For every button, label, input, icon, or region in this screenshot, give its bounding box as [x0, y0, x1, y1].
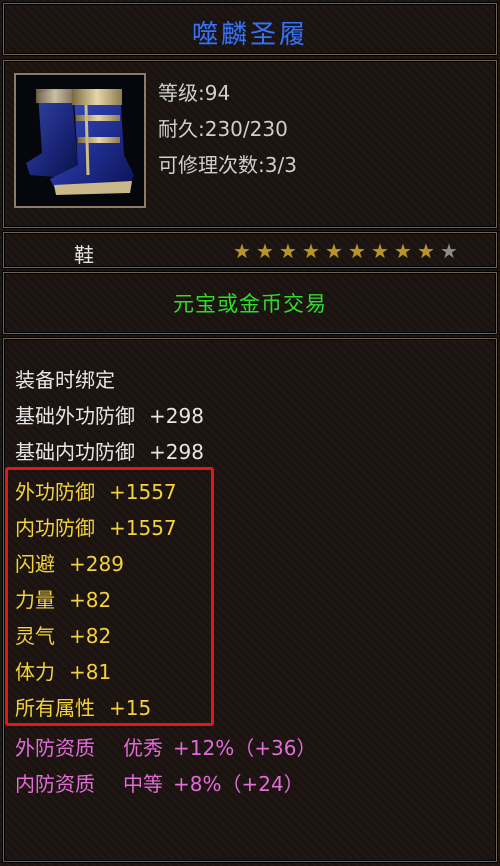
star-icon: ★ — [348, 239, 366, 263]
attr-name: 基础外功防御 — [15, 404, 135, 428]
item-icon-slot[interactable] — [14, 73, 146, 208]
attr-value: +298 — [149, 404, 204, 428]
bind-text: 装备时绑定 — [15, 368, 115, 392]
star-icon: ★ — [256, 239, 274, 263]
star-icon: ★ — [233, 239, 251, 263]
trade-panel: 元宝或金币交易 — [3, 272, 497, 334]
type-row: 鞋 ★ ★ ★ ★ ★ ★ ★ ★ ★ ★ — [3, 232, 497, 268]
aptitude-row: 内防资质 中等 +8%（+24） — [15, 768, 304, 797]
attr-name: 基础内功防御 — [15, 440, 135, 464]
item-stats: 等级:94 耐久:230/230 可修理次数:3/3 — [158, 75, 297, 183]
aptitude-grade: 中等 — [123, 772, 163, 796]
aptitude-row: 外防资质 优秀 +12%（+36） — [15, 732, 316, 761]
star-icon: ★ — [440, 239, 458, 263]
attr-value: +298 — [149, 440, 204, 464]
repair-count-text: 可修理次数:3/3 — [158, 153, 297, 177]
aptitude-name: 内防资质 — [15, 772, 95, 796]
aptitude-grade: 优秀 — [123, 736, 163, 760]
star-icon: ★ — [394, 239, 412, 263]
star-icon: ★ — [417, 239, 435, 263]
star-icon: ★ — [325, 239, 343, 263]
base-attr-row: 基础内功防御 +298 — [15, 436, 204, 465]
aptitude-name: 外防资质 — [15, 736, 95, 760]
star-icon: ★ — [371, 239, 389, 263]
trade-text: 元宝或金币交易 — [173, 292, 327, 316]
base-attr-row: 基础外功防御 +298 — [15, 400, 204, 429]
highlight-box — [5, 467, 214, 726]
aptitude-value: +8%（+24） — [173, 772, 304, 796]
item-type: 鞋 — [74, 243, 94, 267]
level-text: 等级:94 — [158, 81, 231, 105]
aptitude-value: +12%（+36） — [173, 736, 317, 760]
star-icon: ★ — [279, 239, 297, 263]
title-panel: 噬麟圣履 — [3, 3, 497, 55]
star-rating: ★ ★ ★ ★ ★ ★ ★ ★ ★ ★ — [232, 241, 459, 261]
star-icon: ★ — [302, 239, 320, 263]
item-name: 噬麟圣履 — [191, 20, 308, 50]
boots-icon — [16, 75, 144, 206]
durability-text: 耐久:230/230 — [158, 117, 288, 141]
